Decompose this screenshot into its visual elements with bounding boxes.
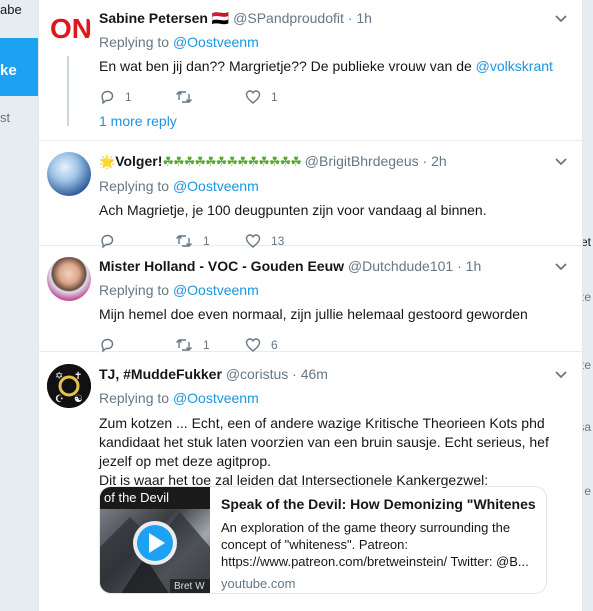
replying-to: Replying to @Oostveenm bbox=[99, 33, 568, 51]
heart-icon bbox=[245, 90, 261, 104]
replying-to: Replying to @Oostveenm bbox=[99, 177, 568, 195]
chevron-down-icon[interactable] bbox=[554, 154, 568, 168]
separator-dot: · bbox=[457, 258, 462, 274]
dn-logo-icon: ON bbox=[49, 8, 91, 48]
tweet-header: Mister Holland - VOC - Gouden Eeuw @Dutc… bbox=[99, 257, 568, 275]
tweet-text: En wat ben jij dan?? Margrietje?? De pub… bbox=[99, 57, 568, 76]
separator-dot: · bbox=[422, 153, 428, 169]
reply-count: 1 bbox=[125, 90, 132, 104]
thumbnail-caption-bottom: Bret W bbox=[174, 581, 205, 592]
tweet-text-body: En wat ben jij dan?? Margrietje?? De pub… bbox=[99, 58, 476, 74]
replying-label: Replying to bbox=[99, 178, 170, 194]
like-count: 6 bbox=[271, 338, 278, 352]
tweet-content: TJ, #MuddeFukker @coristus · 46m Replyin… bbox=[99, 365, 568, 490]
retweet-count: 1 bbox=[203, 338, 210, 352]
background-text-fragment: ke bbox=[0, 62, 17, 79]
star-emoji: 🌟 bbox=[99, 154, 116, 169]
tweet-content: 🌟Volger!☘☘☘☘☘☘☘☘☘☘☘☘☘ @BrigitBhrdegeus ·… bbox=[99, 152, 568, 250]
tweet-content: Mister Holland - VOC - Gouden Eeuw @Dutc… bbox=[99, 257, 568, 354]
timestamp[interactable]: 46m bbox=[301, 366, 328, 382]
replying-label: Replying to bbox=[99, 282, 170, 298]
chevron-down-icon[interactable] bbox=[554, 259, 568, 273]
retweet-button[interactable]: 1 bbox=[175, 337, 245, 353]
link-card[interactable]: of the Devil Bret W Speak of the Devil: … bbox=[99, 486, 547, 594]
replying-to-link[interactable]: @Oostveenm bbox=[173, 34, 259, 50]
replies-panel: ON Sabine Petersen 🇾🇪 @SPandproudofit · … bbox=[38, 0, 583, 611]
display-name[interactable]: Volger! bbox=[115, 153, 162, 169]
thread-line-dots bbox=[67, 118, 69, 126]
retweet-button[interactable] bbox=[175, 89, 245, 105]
retweet-icon bbox=[176, 339, 192, 351]
clover-emojis: ☘☘☘☘☘☘☘☘☘☘☘☘☘ bbox=[162, 154, 302, 169]
reply-tweet[interactable]: Mister Holland - VOC - Gouden Eeuw @Dutc… bbox=[39, 246, 582, 354]
tweet-actions: 1 1 bbox=[99, 88, 568, 106]
user-handle[interactable]: @BrigitBhrdegeus bbox=[305, 153, 419, 169]
thumbnail-caption: of the Devil bbox=[104, 490, 170, 505]
user-handle[interactable]: @coristus bbox=[226, 366, 288, 382]
reply-button[interactable]: 1 bbox=[99, 89, 175, 105]
replying-to-link[interactable]: @Oostveenm bbox=[173, 282, 259, 298]
display-name[interactable]: TJ, #MuddeFukker bbox=[99, 366, 222, 382]
timestamp[interactable]: 1h bbox=[356, 10, 372, 26]
thread-line bbox=[67, 56, 69, 118]
user-handle[interactable]: @SPandproudofit bbox=[233, 10, 344, 26]
svg-text:ON: ON bbox=[50, 13, 91, 44]
reply-tweet[interactable]: ✡ ✝ ☪ ☯ TJ, #MuddeFukker @coristus · 46m… bbox=[39, 352, 582, 611]
reply-icon bbox=[101, 90, 114, 105]
tweet-header: TJ, #MuddeFukker @coristus · 46m bbox=[99, 365, 568, 383]
tweet-text: Mijn hemel doe even normaal, zijn jullie… bbox=[99, 306, 528, 322]
timestamp[interactable]: 1h bbox=[466, 258, 482, 274]
replying-to-link[interactable]: @Oostveenm bbox=[173, 178, 259, 194]
avatar[interactable]: ON bbox=[47, 6, 91, 50]
separator-dot: · bbox=[347, 10, 353, 26]
flag-emoji: 🇾🇪 bbox=[211, 10, 230, 26]
background-text-fragment: e bbox=[584, 484, 591, 498]
tweet-content: Sabine Petersen 🇾🇪 @SPandproudofit · 1h … bbox=[99, 9, 568, 106]
replying-label: Replying to bbox=[99, 34, 170, 50]
card-title[interactable]: Speak of the Devil: How Demonizing "Whit… bbox=[221, 495, 536, 513]
tweet-text: Zum kotzen ... Echt, een of andere wazig… bbox=[99, 415, 549, 469]
tweet-header: Sabine Petersen 🇾🇪 @SPandproudofit · 1h bbox=[99, 9, 568, 27]
background-text-fragment: st bbox=[0, 110, 11, 125]
mention-link[interactable]: @volkskrant bbox=[476, 58, 553, 74]
card-thumbnail[interactable]: of the Devil Bret W bbox=[100, 487, 210, 593]
replying-to-link[interactable]: @Oostveenm bbox=[173, 390, 259, 406]
avatar[interactable] bbox=[47, 257, 91, 301]
reply-button[interactable] bbox=[99, 337, 175, 353]
like-button[interactable]: 6 bbox=[245, 337, 317, 353]
reply-icon bbox=[101, 338, 114, 353]
replying-to: Replying to @Oostveenm bbox=[99, 281, 568, 299]
svg-text:☪: ☪ bbox=[55, 394, 64, 405]
display-name[interactable]: Mister Holland - VOC - Gouden Eeuw bbox=[99, 258, 344, 274]
card-domain: youtube.com bbox=[221, 576, 296, 591]
timestamp[interactable]: 2h bbox=[431, 153, 447, 169]
card-body: Speak of the Devil: How Demonizing "Whit… bbox=[221, 495, 536, 591]
svg-text:✝: ✝ bbox=[74, 371, 82, 382]
reply-tweet[interactable]: 🌟Volger!☘☘☘☘☘☘☘☘☘☘☘☘☘ @BrigitBhrdegeus ·… bbox=[39, 141, 582, 249]
display-name[interactable]: Sabine Petersen bbox=[99, 10, 208, 26]
avatar[interactable] bbox=[47, 152, 91, 196]
replying-to: Replying to @Oostveenm bbox=[99, 389, 568, 407]
tweet-header: 🌟Volger!☘☘☘☘☘☘☘☘☘☘☘☘☘ @BrigitBhrdegeus ·… bbox=[99, 152, 568, 171]
avatar[interactable]: ✡ ✝ ☪ ☯ bbox=[47, 364, 91, 408]
chevron-down-icon[interactable] bbox=[554, 11, 568, 25]
card-description: An exploration of the game theory surrou… bbox=[221, 520, 529, 569]
retweet-icon bbox=[176, 91, 192, 103]
like-button[interactable]: 1 bbox=[245, 89, 317, 105]
svg-text:✡: ✡ bbox=[55, 371, 63, 382]
reply-tweet[interactable]: ON Sabine Petersen 🇾🇪 @SPandproudofit · … bbox=[39, 0, 582, 141]
like-count: 1 bbox=[271, 90, 278, 104]
separator-dot: · bbox=[292, 366, 297, 382]
tweet-text: Ach Magrietje, je 100 deugpunten zijn vo… bbox=[99, 202, 487, 218]
replying-label: Replying to bbox=[99, 390, 170, 406]
chevron-down-icon[interactable] bbox=[554, 367, 568, 381]
background-text-fragment: abe bbox=[0, 2, 22, 17]
more-replies-link[interactable]: 1 more reply bbox=[99, 113, 177, 129]
user-handle[interactable]: @Dutchdude101 bbox=[348, 258, 453, 274]
heart-icon bbox=[245, 338, 261, 352]
symbols-avatar-icon: ✡ ✝ ☪ ☯ bbox=[47, 364, 91, 408]
svg-text:☯: ☯ bbox=[74, 394, 83, 405]
